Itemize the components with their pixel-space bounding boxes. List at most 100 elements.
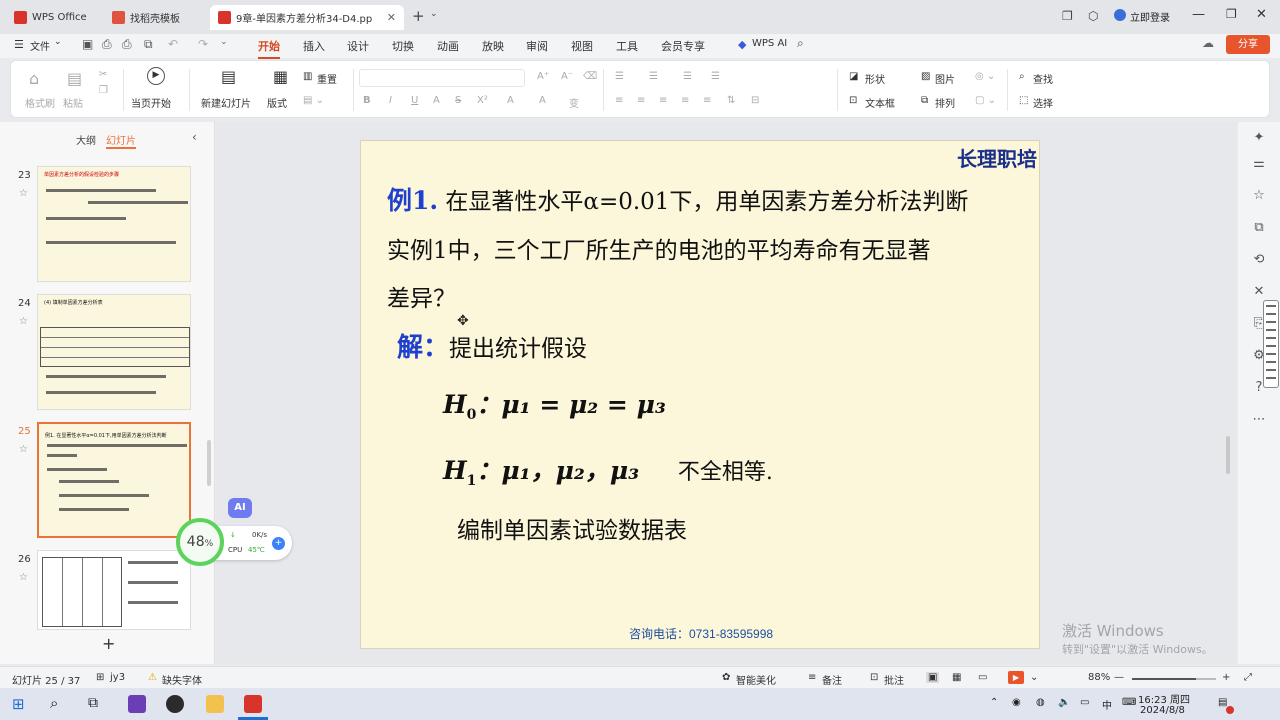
- shape-button[interactable]: 形状: [865, 71, 885, 86]
- file-menu[interactable]: 文件: [30, 38, 50, 53]
- tab-slides[interactable]: 幻灯片: [106, 132, 136, 149]
- window-icon[interactable]: ❐: [1062, 9, 1073, 23]
- layout-button[interactable]: 版式: [267, 95, 287, 110]
- missing-font-button[interactable]: 缺失字体: [162, 672, 202, 687]
- text-effect-icon[interactable]: A: [433, 95, 440, 106]
- play-slideshow-button[interactable]: ▶: [1008, 671, 1024, 684]
- comments-button[interactable]: 批注: [884, 672, 904, 687]
- sorter-view-icon[interactable]: ▦: [952, 672, 961, 683]
- paste-icon[interactable]: ▤: [67, 69, 82, 88]
- char-spacing-icon[interactable]: 变: [569, 95, 579, 110]
- tab-outline[interactable]: 大纲: [76, 132, 96, 147]
- zoom-level[interactable]: 88%: [1088, 672, 1110, 683]
- add-tab-button[interactable]: +: [412, 7, 425, 25]
- battery-icon[interactable]: ▭: [1080, 697, 1089, 708]
- windows-start-icon[interactable]: ⊞: [12, 695, 25, 713]
- close-window-icon[interactable]: ✕: [1256, 7, 1267, 22]
- outline-icon[interactable]: ▢ ⌄: [975, 95, 996, 106]
- reset-button[interactable]: 重置: [317, 71, 337, 86]
- ai-assistant-button[interactable]: AI: [228, 498, 252, 518]
- find-button[interactable]: 查找: [1033, 71, 1053, 86]
- tab-transition[interactable]: 切换: [392, 38, 414, 54]
- normal-view-icon[interactable]: ▣: [926, 672, 940, 683]
- tab-wps-office[interactable]: WPS Office: [6, 5, 98, 30]
- tab-insert[interactable]: 插入: [303, 38, 325, 54]
- zoom-slider[interactable]: [1132, 678, 1216, 680]
- text-align-icon[interactable]: ⊟: [751, 95, 759, 106]
- cube-icon[interactable]: ⬡: [1088, 9, 1098, 23]
- textbox-button[interactable]: 文本框: [865, 95, 895, 110]
- collapse-panel-icon[interactable]: ‹: [192, 130, 197, 144]
- print-icon[interactable]: ⎙: [122, 37, 132, 52]
- tab-template[interactable]: 找稻壳模板: [104, 5, 204, 30]
- tab-member[interactable]: 会员专享: [661, 38, 705, 54]
- arrange-button[interactable]: 排列: [935, 95, 955, 110]
- chevron-down-icon[interactable]: ⌄: [430, 9, 438, 19]
- clear-format-icon[interactable]: ⌫: [583, 71, 597, 82]
- tab-design[interactable]: 设计: [347, 38, 369, 54]
- font-grow-icon[interactable]: A⁺: [537, 71, 549, 82]
- align-right-icon[interactable]: ≡: [659, 95, 667, 106]
- layout-icon[interactable]: ▦: [273, 67, 288, 86]
- tray-chevron-icon[interactable]: ⌃: [990, 697, 998, 708]
- superscript-icon[interactable]: X²: [477, 95, 488, 106]
- share-button[interactable]: 分享: [1226, 35, 1270, 54]
- cycle-icon[interactable]: ⟲: [1251, 252, 1267, 268]
- cloud-icon[interactable]: ☁: [1202, 36, 1214, 50]
- copy-icon[interactable]: ❐: [99, 85, 108, 96]
- ime-indicator[interactable]: 中: [1102, 697, 1112, 712]
- volume-icon[interactable]: 🔈: [1058, 697, 1070, 708]
- clock-time[interactable]: 16:23 周四: [1138, 691, 1190, 706]
- theme-name[interactable]: jy3: [110, 672, 125, 683]
- clock-date[interactable]: 2024/8/8: [1140, 705, 1185, 716]
- italic-icon[interactable]: I: [389, 95, 392, 106]
- star-icon[interactable]: ☆: [19, 188, 28, 199]
- underline-icon[interactable]: U: [411, 95, 418, 106]
- tab-animation[interactable]: 动画: [437, 38, 459, 54]
- redo-icon[interactable]: ↷: [198, 37, 208, 51]
- wand-icon[interactable]: ✦: [1251, 130, 1267, 146]
- cut-icon[interactable]: ✂: [99, 69, 107, 80]
- align-center-icon[interactable]: ≡: [637, 95, 645, 106]
- new-slide-icon[interactable]: ▤: [221, 67, 236, 86]
- scrollbar[interactable]: [207, 440, 211, 486]
- network-icon[interactable]: ◍: [1036, 697, 1045, 708]
- line-spacing-icon[interactable]: ≡: [703, 95, 711, 106]
- star-icon[interactable]: ☆: [19, 572, 28, 583]
- play-from-current-button[interactable]: 当页开始: [131, 95, 171, 110]
- reading-view-icon[interactable]: ▭: [978, 672, 987, 683]
- notes-button[interactable]: 备注: [822, 672, 842, 687]
- menu-icon[interactable]: ☰: [14, 38, 24, 51]
- bullets-icon[interactable]: ☰: [615, 71, 624, 82]
- slide-thumbnail-23[interactable]: 单因素方差分析的假设检验的步骤: [37, 166, 191, 282]
- undo-icon[interactable]: ↶: [168, 37, 178, 51]
- paste-button[interactable]: 粘贴: [63, 95, 83, 110]
- tools-icon[interactable]: ✕: [1251, 284, 1267, 300]
- add-slide-button[interactable]: +: [102, 634, 115, 653]
- preview-icon[interactable]: ⧉: [144, 37, 153, 52]
- numbering-icon[interactable]: ☰: [649, 71, 658, 82]
- minimize-icon[interactable]: —: [1192, 7, 1205, 22]
- more-icon[interactable]: ⋯: [1251, 412, 1267, 428]
- fill-icon[interactable]: ◎ ⌄: [975, 71, 995, 82]
- font-shrink-icon[interactable]: A⁻: [561, 71, 573, 82]
- tab-document[interactable]: 9章-单因素方差分析34-D4.pp ✕: [210, 5, 404, 30]
- browser-icon[interactable]: [166, 695, 184, 713]
- tray-icon[interactable]: ◉: [1012, 697, 1021, 708]
- tab-home[interactable]: 开始: [258, 38, 280, 59]
- justify-icon[interactable]: ≡: [681, 95, 689, 106]
- star-icon[interactable]: ☆: [19, 316, 28, 327]
- cpu-gauge[interactable]: 48%: [176, 518, 224, 566]
- save-icon[interactable]: ▣: [82, 37, 93, 51]
- adjust-icon[interactable]: ⚌: [1251, 156, 1267, 172]
- align-left-icon[interactable]: ≡: [615, 95, 623, 106]
- slide-thumbnail-25[interactable]: 例1. 在显著性水平α=0.01下,用单因素方差分析法判断: [37, 422, 191, 538]
- slide[interactable]: 长理职培 例1. 在显著性水平α=0.01下，用单因素方差分析法判断 实例1中，…: [360, 140, 1040, 649]
- zoom-in-icon[interactable]: +: [1222, 672, 1230, 683]
- format-painter-icon[interactable]: ⌂: [29, 69, 39, 88]
- keyboard-icon[interactable]: ⌨: [1122, 697, 1136, 708]
- close-tab-icon[interactable]: ✕: [387, 11, 396, 24]
- new-slide-button[interactable]: 新建幻灯片: [201, 95, 251, 110]
- format-painter-button[interactable]: 格式刷: [25, 95, 55, 110]
- zoom-out-icon[interactable]: —: [1114, 672, 1124, 683]
